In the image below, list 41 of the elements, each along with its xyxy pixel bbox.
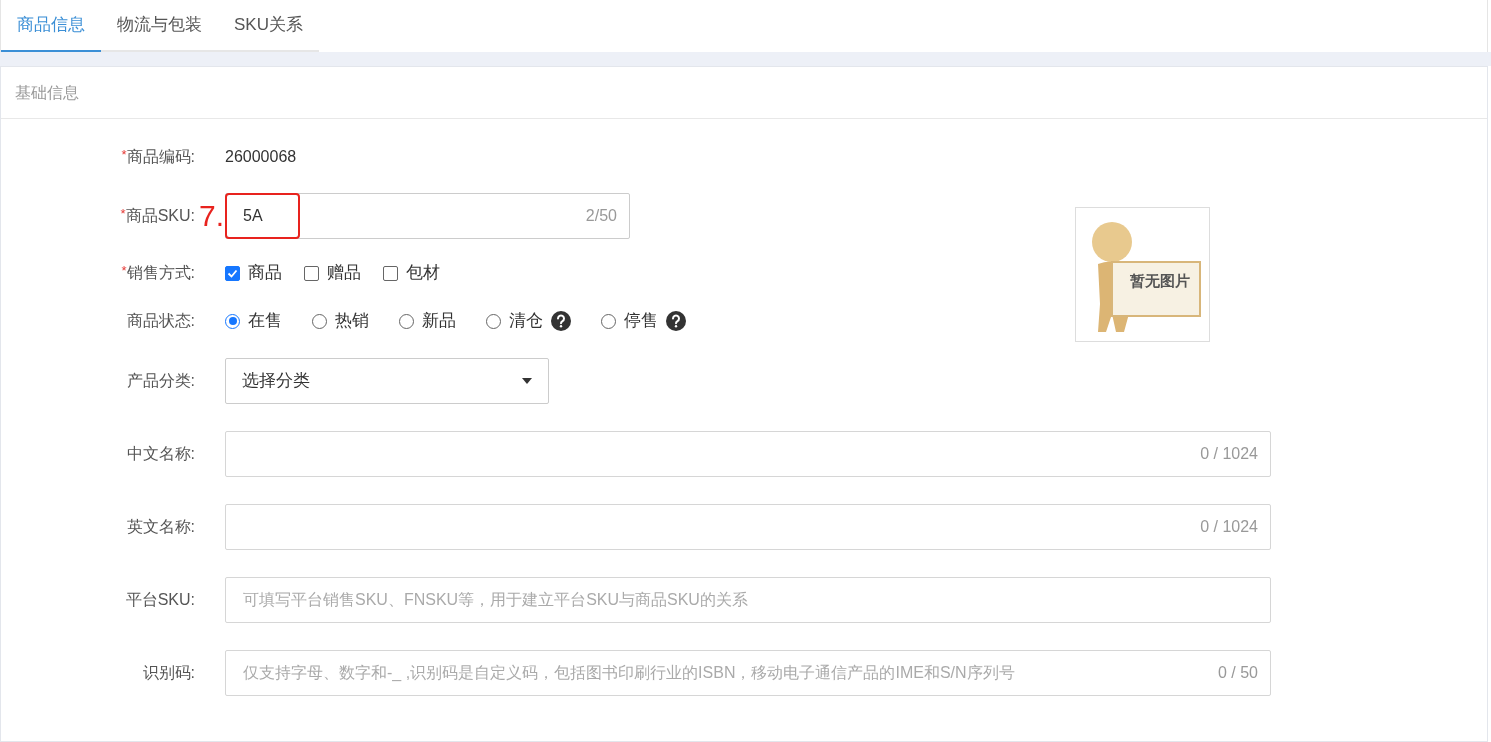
annotation-mark: 7.	[199, 198, 225, 234]
field-label: 产品分类:	[126, 371, 195, 391]
option-label: 清仓	[509, 310, 543, 333]
field-label: 英文名称:	[126, 517, 195, 537]
help-icon[interactable]	[551, 311, 571, 331]
help-icon[interactable]	[666, 311, 686, 331]
option-label: 赠品	[327, 262, 361, 285]
required-asterisk: *	[121, 262, 127, 278]
checkbox[interactable]	[383, 265, 398, 281]
checkbox[interactable]	[304, 265, 319, 281]
option-label: 包材	[406, 262, 440, 285]
char-counter: 2/50	[585, 206, 617, 226]
status-option[interactable]: 停售	[601, 308, 686, 334]
caret-icon	[522, 378, 532, 384]
field-label: 销售方式:	[126, 263, 195, 283]
section-title: 基础信息	[15, 82, 79, 103]
required-asterisk: *	[120, 205, 126, 221]
char-counter: 0 / 1024	[1200, 517, 1258, 537]
status-option[interactable]: 热销	[312, 308, 369, 334]
status-option[interactable]: 清仓	[486, 308, 571, 334]
field-label: 商品SKU:	[125, 206, 195, 226]
field-label: 平台SKU:	[125, 590, 195, 610]
field-label: 中文名称:	[126, 444, 195, 464]
category-select[interactable]: 选择分类	[225, 358, 549, 404]
status-option[interactable]: 在售	[225, 308, 282, 334]
option-label: 商品	[248, 262, 282, 285]
required-asterisk: *	[121, 146, 127, 162]
option-label: 热销	[335, 310, 369, 333]
option-label: 停售	[624, 310, 658, 333]
field-label: 商品编码:	[126, 147, 195, 167]
char-counter: 0 / 50	[1217, 663, 1258, 683]
no-image-text: 暂无图片	[1129, 271, 1190, 292]
product-code: 26000068	[225, 147, 297, 167]
checkbox[interactable]	[225, 265, 240, 281]
option-label: 在售	[248, 310, 282, 333]
field-label: 商品状态:	[126, 311, 195, 331]
status-option[interactable]: 新品	[399, 308, 456, 334]
char-counter: 0 / 1024	[1200, 444, 1258, 464]
option-label: 新品	[422, 310, 456, 333]
field-label: 识别码:	[142, 663, 195, 683]
check-icon	[227, 267, 238, 279]
